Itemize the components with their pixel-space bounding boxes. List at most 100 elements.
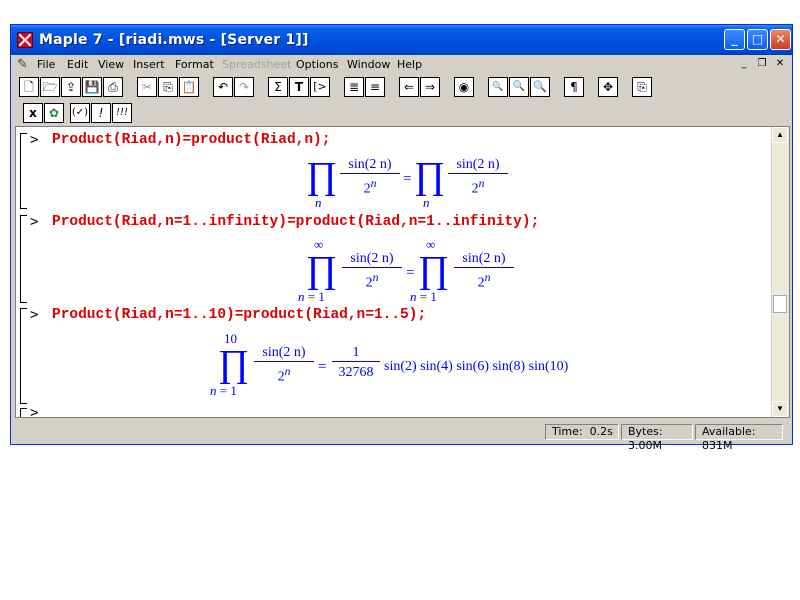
print-icon[interactable]: ⎙ [103, 77, 123, 97]
denominator: 2n [363, 177, 377, 197]
zoom-large-icon[interactable]: 🔍 [530, 77, 550, 97]
menu-insert[interactable]: Insert [133, 58, 165, 71]
check-syntax-icon[interactable]: (✓) [70, 103, 90, 123]
status-bytes: Bytes: 3.00M [621, 424, 693, 452]
rhs-fraction: 1 32768 [332, 345, 380, 381]
redo-icon[interactable]: ↷ [234, 77, 254, 97]
scroll-thumb[interactable] [773, 295, 787, 313]
input-prompt: > [30, 132, 39, 148]
mdi-close-button[interactable]: ✕ [772, 57, 788, 71]
ungroup-icon[interactable]: ≡ [365, 77, 385, 97]
execution-group-bracket[interactable] [20, 215, 27, 303]
context-toolbar: x ✿ (✓) ! !!! [15, 103, 790, 127]
numerator: sin(2 n) [462, 251, 506, 266]
fraction: sin(2 n) 2n [254, 345, 314, 386]
command-line-1[interactable]: Product(Riad,n)=product(Riad,n); [52, 132, 330, 148]
menu-spreadsheet[interactable]: Spreadsheet [222, 58, 291, 71]
denominator: 2n [277, 365, 291, 385]
command-line-3[interactable]: Product(Riad,n=1..10)=product(Riad,n=1..… [52, 307, 426, 323]
sigma-icon[interactable]: Σ [268, 77, 288, 97]
fraction: sin(2 n) 2n [342, 251, 402, 292]
math-mode-icon[interactable]: x [23, 103, 43, 123]
denominator: 2n [477, 271, 491, 291]
numerator: sin(2 n) [456, 157, 500, 172]
menu-window[interactable]: Window [347, 58, 390, 71]
product-symbol: ∏ [306, 249, 338, 291]
zoom-small-icon[interactable]: 🔍 [488, 77, 508, 97]
open-url-icon[interactable]: ⇪ [61, 77, 81, 97]
input-prompt[interactable]: > [30, 405, 38, 417]
restart-icon[interactable]: ⎘ [632, 77, 652, 97]
text-icon[interactable]: T [289, 77, 309, 97]
equals-sign: = [318, 359, 327, 375]
pilcrow-icon[interactable]: ¶ [564, 77, 584, 97]
menu-file[interactable]: File [37, 58, 55, 71]
mdi-minimize-button[interactable]: _ [736, 57, 752, 71]
prompt-icon[interactable]: [> [310, 77, 330, 97]
new-icon[interactable]: 🗋 [19, 77, 39, 97]
numerator: sin(2 n) [262, 345, 306, 360]
scroll-down-icon[interactable]: ▼ [772, 401, 788, 417]
back-icon[interactable]: ⇐ [399, 77, 419, 97]
menu-edit[interactable]: Edit [67, 58, 88, 71]
undo-icon[interactable]: ↶ [213, 77, 233, 97]
rhs-sine-product: sin(2) sin(4) sin(6) sin(8) sin(10) [384, 359, 569, 374]
main-toolbar: 🗋 🗁 ⇪ 💾 ⎙ ✂ ⎘ 📋 ↶ ↷ Σ T [> ≣ ≡ ⇐ ⇒ ◉ 🔍 🔍… [15, 77, 790, 101]
move-icon[interactable]: ✥ [598, 77, 618, 97]
command-line-2[interactable]: Product(Riad,n=1..infinity)=product(Riad… [52, 214, 539, 230]
fraction: sin(2 n) 2n [454, 251, 514, 292]
scroll-up-icon[interactable]: ▲ [772, 127, 788, 143]
product-lower-limit: n = 1 [410, 289, 437, 304]
output-3: 10 ∏ n = 1 sin(2 n) 2n = 1 32768 sin(2) … [210, 331, 630, 406]
product-symbol: ∏ [418, 249, 450, 291]
rhs-numerator: 1 [352, 345, 360, 360]
product-symbol: ∏ [414, 155, 446, 197]
status-available: Available: 831M [695, 424, 783, 452]
rhs-denominator: 32768 [338, 365, 374, 380]
execute-all-icon[interactable]: !!! [112, 103, 132, 123]
product-symbol: ∏ [306, 155, 338, 197]
product-index: n [423, 195, 430, 210]
save-icon[interactable]: 💾 [82, 77, 102, 97]
input-prompt: > [30, 214, 39, 230]
output-2: ∞ ∏ n = 1 sin(2 n) 2n = ∞ ∏ n = 1 sin(2 … [298, 237, 528, 312]
maple-window: Maple 7 - [riadi.mws - [Server 1]] _ □ ✕… [10, 24, 793, 452]
vertical-scrollbar[interactable]: ▲ ▼ [771, 127, 789, 417]
denominator: 2n [471, 177, 485, 197]
product-lower-limit: n = 1 [210, 383, 237, 398]
menu-bar: ✎ File Edit View Insert Format Spreadshe… [11, 55, 792, 75]
maple-leaf-icon[interactable]: ✿ [44, 103, 64, 123]
output-1: ∏ n sin(2 n) 2n = ∏ n sin(2 n) 2n [306, 155, 508, 217]
stop-icon[interactable]: ◉ [454, 77, 474, 97]
execute-icon[interactable]: ! [91, 103, 111, 123]
menu-view[interactable]: View [98, 58, 124, 71]
menu-format[interactable]: Format [175, 58, 214, 71]
zoom-medium-icon[interactable]: 🔍 [509, 77, 529, 97]
execution-group-bracket[interactable] [20, 133, 27, 209]
cut-icon[interactable]: ✂ [137, 77, 157, 97]
forward-icon[interactable]: ⇒ [420, 77, 440, 97]
open-icon[interactable]: 🗁 [40, 77, 60, 97]
title-bar[interactable]: Maple 7 - [riadi.mws - [Server 1]] _ □ ✕ [11, 25, 792, 55]
product-symbol: ∏ [218, 343, 250, 385]
numerator: sin(2 n) [348, 157, 392, 172]
mdi-restore-button[interactable]: ❐ [754, 57, 770, 71]
menu-options[interactable]: Options [296, 58, 338, 71]
document-icon[interactable]: ✎ [17, 57, 28, 72]
product-index: n [315, 195, 322, 210]
numerator: sin(2 n) [350, 251, 394, 266]
window-title: Maple 7 - [riadi.mws - [Server 1]] [39, 32, 309, 48]
maximize-button[interactable]: □ [747, 29, 768, 50]
execution-group-bracket[interactable] [20, 408, 27, 417]
group-icon[interactable]: ≣ [344, 77, 364, 97]
status-time: Time: 0.2s [545, 424, 619, 440]
execution-group-bracket[interactable] [20, 308, 27, 404]
copy-icon[interactable]: ⎘ [158, 77, 178, 97]
worksheet-area[interactable]: > Product(Riad,n)=product(Riad,n); ∏ n s… [15, 126, 790, 418]
minimize-button[interactable]: _ [724, 29, 745, 50]
menu-help[interactable]: Help [397, 58, 422, 71]
status-bar: Time: 0.2s Bytes: 3.00M Available: 831M [15, 423, 790, 452]
maple-app-icon[interactable] [17, 32, 33, 48]
paste-icon[interactable]: 📋 [179, 77, 199, 97]
close-button[interactable]: ✕ [770, 29, 791, 50]
